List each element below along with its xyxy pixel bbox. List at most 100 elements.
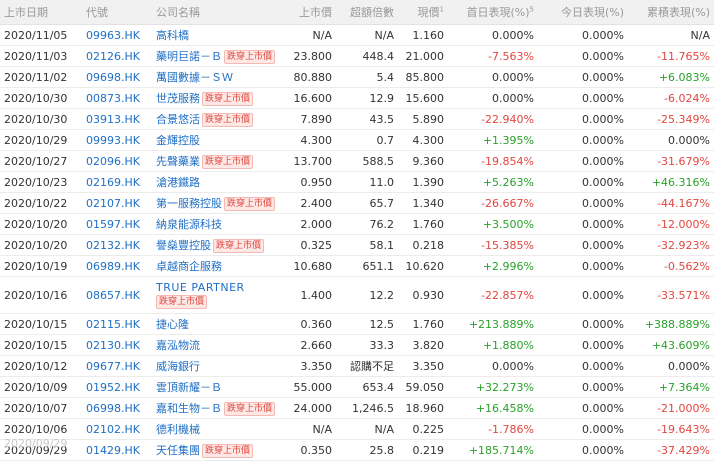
- today-change: 0.000%: [538, 67, 628, 88]
- stock-code-link[interactable]: 01597.HK: [82, 214, 152, 235]
- company-name-link[interactable]: 嘉和生物－Ｂ: [156, 402, 222, 415]
- company-name-cell: 捷心隆: [152, 314, 278, 335]
- stock-code-link[interactable]: 01952.HK: [82, 377, 152, 398]
- current-price: 1.340: [398, 193, 448, 214]
- oversubscription: 25.8: [336, 440, 398, 461]
- company-name-link[interactable]: 譽燊豐控股: [156, 239, 211, 252]
- table-row[interactable]: 2020/10/1502115.HK捷心隆0.36012.51.760+213.…: [0, 314, 714, 335]
- today-change: 0.000%: [538, 214, 628, 235]
- stock-code-link[interactable]: 09677.HK: [82, 356, 152, 377]
- company-name-link[interactable]: 嘉泓物流: [156, 339, 200, 352]
- table-row[interactable]: 2020/10/1209677.HK威海銀行3.350認購不足3.3500.00…: [0, 356, 714, 377]
- oversubscription: N/A: [336, 419, 398, 440]
- listing-price: 16.600: [278, 88, 336, 109]
- company-name-link[interactable]: 金輝控股: [156, 134, 200, 147]
- table-row[interactable]: 2020/10/3003913.HK合景悠活跌穿上市價7.89043.55.89…: [0, 109, 714, 130]
- company-name-link[interactable]: 天任集團: [156, 444, 200, 457]
- company-name-link[interactable]: 藥明巨諾－Ｂ: [156, 50, 222, 63]
- company-name-link[interactable]: 合景悠活: [156, 113, 200, 126]
- header-listing-price[interactable]: 上市價: [278, 0, 336, 25]
- header-name[interactable]: 公司名稱: [152, 0, 278, 25]
- stock-code-link[interactable]: 02102.HK: [82, 419, 152, 440]
- stock-code-link[interactable]: 06998.HK: [82, 398, 152, 419]
- cumulative-change: 0.000%: [628, 130, 714, 151]
- company-name-link[interactable]: 捷心隆: [156, 318, 189, 331]
- listing-price: 23.800: [278, 46, 336, 67]
- company-name-cell: 德利機械: [152, 419, 278, 440]
- first-day-change: -15.385%: [448, 235, 538, 256]
- first-day-change: +213.889%: [448, 314, 538, 335]
- header-code[interactable]: 代號: [82, 0, 152, 25]
- table-row[interactable]: 2020/10/1906989.HK卓越商企服務10.680651.110.62…: [0, 256, 714, 277]
- company-name-link[interactable]: 高科橋: [156, 29, 189, 42]
- header-date[interactable]: 上市日期: [0, 0, 82, 25]
- table-row[interactable]: 2020/10/2702096.HK先聲藥業跌穿上市價13.700588.59.…: [0, 151, 714, 172]
- listing-date: 2020/10/16: [0, 277, 82, 314]
- stock-code-link[interactable]: 03913.HK: [82, 109, 152, 130]
- company-name-link[interactable]: 萬國數據－ＳＷ: [156, 71, 233, 84]
- table-row[interactable]: 2020/10/2002132.HK譽燊豐控股跌穿上市價0.32558.10.2…: [0, 235, 714, 256]
- company-name-link[interactable]: 第一服務控股: [156, 197, 222, 210]
- table-row[interactable]: 2020/10/0901952.HK雲頂新耀－Ｂ55.000653.459.05…: [0, 377, 714, 398]
- stock-code-link[interactable]: 02096.HK: [82, 151, 152, 172]
- table-row[interactable]: 2020/10/0706998.HK嘉和生物－Ｂ跌穿上市價24.0001,246…: [0, 398, 714, 419]
- table-row[interactable]: 2020/10/2001597.HK納泉能源科技2.00076.21.760+3…: [0, 214, 714, 235]
- stock-code-link[interactable]: 08657.HK: [82, 277, 152, 314]
- table-row[interactable]: 2020/10/2909993.HK金輝控股4.3000.74.300+1.39…: [0, 130, 714, 151]
- table-row[interactable]: 2020/11/0209698.HK萬國數據－ＳＷ80.8805.485.800…: [0, 67, 714, 88]
- company-name-link[interactable]: 納泉能源科技: [156, 218, 222, 231]
- table-row[interactable]: 2020/10/0602102.HK德利機械N/AN/A0.225-1.786%…: [0, 419, 714, 440]
- company-name-link[interactable]: 世茂服務: [156, 92, 200, 105]
- stock-code-link[interactable]: 00873.HK: [82, 88, 152, 109]
- listing-date: 2020/11/05: [0, 25, 82, 46]
- company-name-link[interactable]: 德利機械: [156, 423, 200, 436]
- company-name-link[interactable]: 威海銀行: [156, 360, 200, 373]
- oversubscription: N/A: [336, 25, 398, 46]
- first-day-change: +185.714%: [448, 440, 538, 461]
- listing-price: 3.350: [278, 356, 336, 377]
- below-listing-price-badge: 跌穿上市價: [202, 155, 253, 169]
- first-day-change: -1.786%: [448, 419, 538, 440]
- stock-code-link[interactable]: 06989.HK: [82, 256, 152, 277]
- company-name-link[interactable]: 卓越商企服務: [156, 260, 222, 273]
- listing-price: 24.000: [278, 398, 336, 419]
- table-row[interactable]: 2020/10/2302169.HK滄港鐵路0.95011.01.390+5.2…: [0, 172, 714, 193]
- table-row[interactable]: 2020/11/0302126.HK藥明巨諾－Ｂ跌穿上市價23.800448.4…: [0, 46, 714, 67]
- current-price: 0.930: [398, 277, 448, 314]
- header-cumulative[interactable]: 累積表現(%): [628, 0, 714, 25]
- stock-code-link[interactable]: 02132.HK: [82, 235, 152, 256]
- stock-code-link[interactable]: 09993.HK: [82, 130, 152, 151]
- stock-code-link[interactable]: 02126.HK: [82, 46, 152, 67]
- company-name-link[interactable]: 滄港鐵路: [156, 176, 200, 189]
- company-name-link[interactable]: 雲頂新耀－Ｂ: [156, 381, 222, 394]
- header-first-day[interactable]: 首日表現(%)5: [448, 0, 538, 25]
- company-name-link[interactable]: TRUE PARTNER: [156, 281, 274, 294]
- table-row[interactable]: 2020/11/0509963.HK高科橋N/AN/A1.1600.000%0.…: [0, 25, 714, 46]
- listing-price: 55.000: [278, 377, 336, 398]
- stock-code-link[interactable]: 02107.HK: [82, 193, 152, 214]
- table-row[interactable]: 2020/10/1502130.HK嘉泓物流2.66033.33.820+1.8…: [0, 335, 714, 356]
- stock-code-link[interactable]: 02115.HK: [82, 314, 152, 335]
- stock-code-link[interactable]: 09698.HK: [82, 67, 152, 88]
- table-header: 上市日期 代號 公司名稱 上市價 超額倍數 現價1 首日表現(%)5 今日表現(…: [0, 0, 714, 25]
- listing-price: 2.000: [278, 214, 336, 235]
- table-row[interactable]: 2020/10/3000873.HK世茂服務跌穿上市價16.60012.915.…: [0, 88, 714, 109]
- table-row[interactable]: 2020/10/1608657.HKTRUE PARTNER跌穿上市價1.400…: [0, 277, 714, 314]
- stock-code-link[interactable]: 09963.HK: [82, 25, 152, 46]
- header-current-price[interactable]: 現價1: [398, 0, 448, 25]
- table-row[interactable]: 2020/10/2202107.HK第一服務控股跌穿上市價2.40065.71.…: [0, 193, 714, 214]
- oversubscription: 588.5: [336, 151, 398, 172]
- first-day-change: +5.263%: [448, 172, 538, 193]
- current-price: 1.760: [398, 314, 448, 335]
- header-today[interactable]: 今日表現(%): [538, 0, 628, 25]
- listing-price: N/A: [278, 25, 336, 46]
- stock-code-link[interactable]: 01429.HK: [82, 440, 152, 461]
- header-oversubscription[interactable]: 超額倍數: [336, 0, 398, 25]
- table-row[interactable]: 2020/09/2901429.HK天任集團跌穿上市價0.35025.80.21…: [0, 440, 714, 461]
- company-name-link[interactable]: 先聲藥業: [156, 155, 200, 168]
- current-price: 9.360: [398, 151, 448, 172]
- current-price: 3.820: [398, 335, 448, 356]
- stock-code-link[interactable]: 02130.HK: [82, 335, 152, 356]
- stock-code-link[interactable]: 02169.HK: [82, 172, 152, 193]
- below-listing-price-badge: 跌穿上市價: [224, 197, 275, 211]
